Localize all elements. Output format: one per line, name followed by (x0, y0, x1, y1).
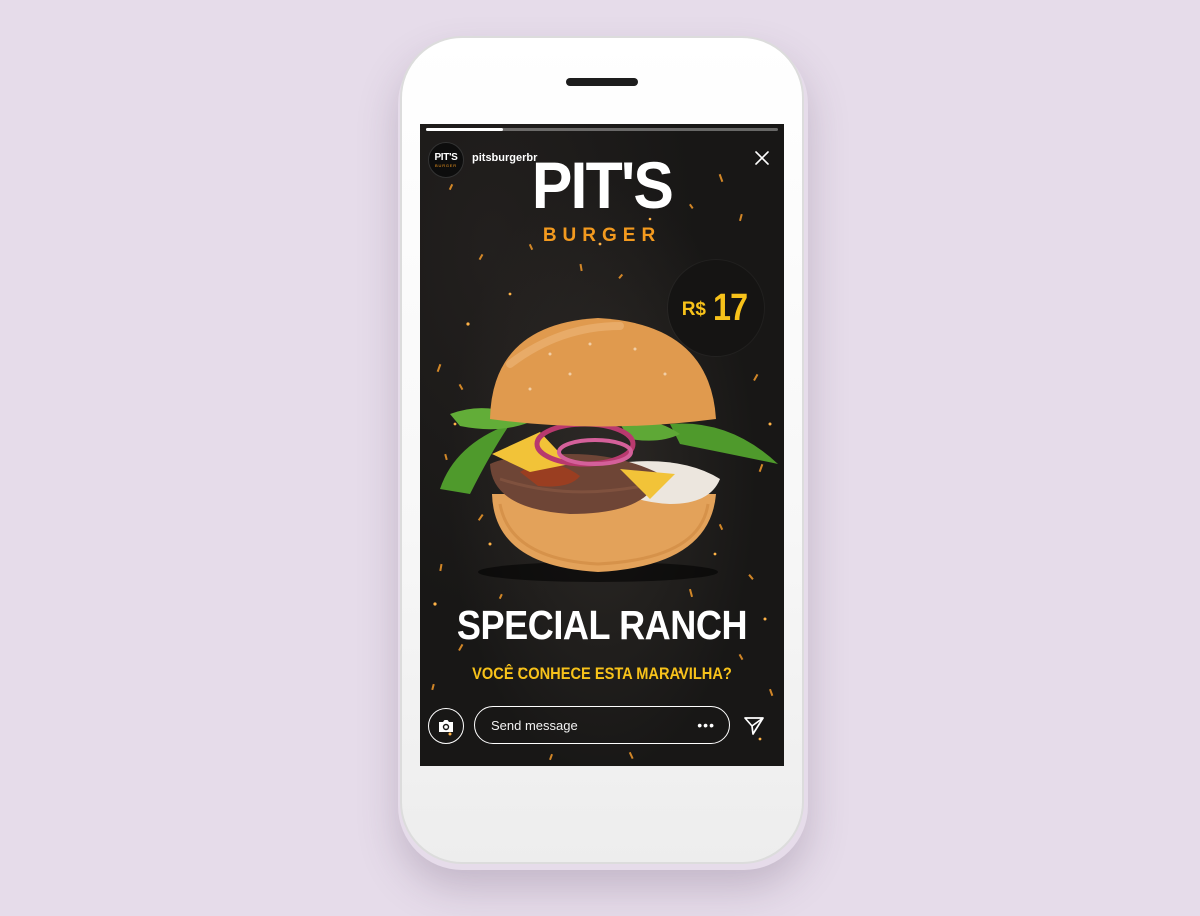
brand-logo-subtitle: BURGER (542, 225, 662, 246)
send-message-placeholder: Send message (491, 717, 578, 733)
price-value: 17 (713, 286, 748, 329)
story-progress-fill (426, 128, 504, 131)
story-progress-bar (426, 128, 778, 131)
price-badge: R$ 17 (668, 260, 764, 356)
tagline: VOCÊ CONHECE ESTA MARAVILHA? (472, 664, 732, 683)
brand-logo-title: PIT'S (531, 148, 674, 222)
phone-speaker (566, 78, 638, 86)
camera-icon (439, 720, 453, 732)
more-icon[interactable]: ••• (697, 717, 715, 733)
product-name: SPECIAL RANCH (456, 602, 748, 648)
camera-button[interactable] (428, 708, 464, 744)
price-currency: R$ (681, 299, 706, 320)
story-screen[interactable]: PIT'S BURGER pitsburgerbr PIT'S BURGER R… (420, 124, 784, 766)
send-icon[interactable] (742, 714, 766, 738)
send-message-input[interactable]: Send message ••• (474, 706, 730, 744)
